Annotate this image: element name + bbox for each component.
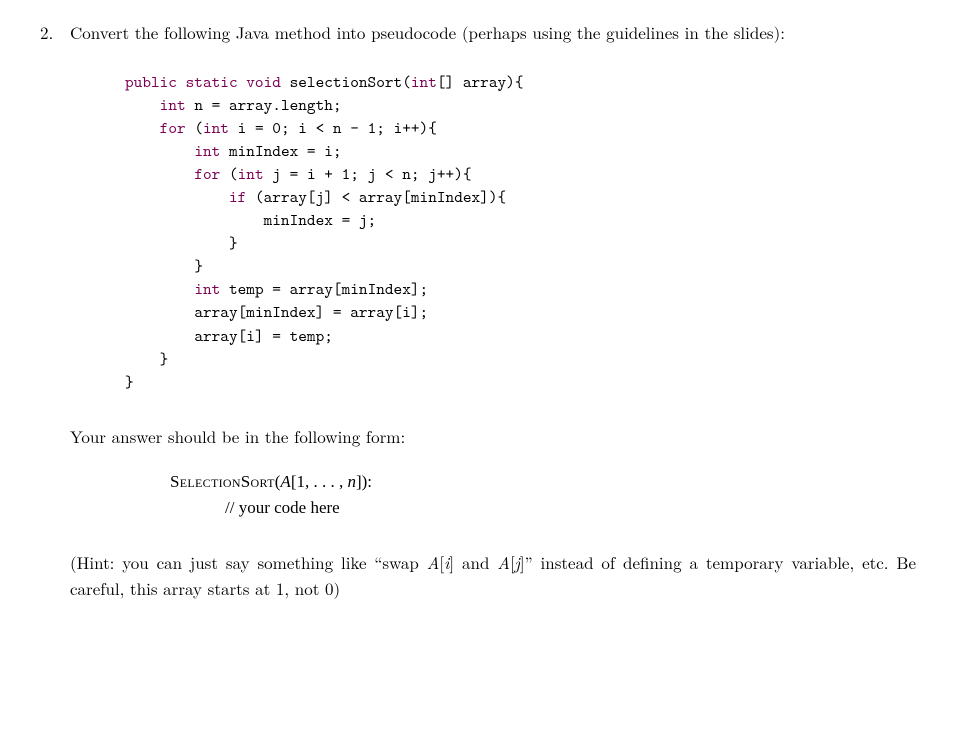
pseudo-name: SelectionSort: [170, 472, 275, 491]
java-code: public static void selectionSort(int[] a…: [125, 71, 916, 394]
code-token: public static void: [125, 71, 290, 93]
code-token: (: [194, 117, 203, 139]
pseudo-text: ]):: [356, 472, 372, 491]
pseudo-text: [1, . . . ,: [291, 472, 348, 491]
code-token: [] array){: [437, 71, 524, 93]
code-token: int: [194, 278, 220, 300]
hint-part: (Hint: you can just say something like “…: [70, 550, 427, 574]
hint-text: (Hint: you can just say something like “…: [70, 550, 916, 601]
prompt-text: Convert the following Java method into p…: [70, 20, 916, 46]
code-token: n = array.length;: [186, 94, 342, 116]
pseudocode-template: SelectionSort(A[1, . . . , n]): // your …: [170, 469, 916, 520]
code-token: }: [194, 255, 203, 277]
code-token: int: [203, 117, 229, 139]
hint-var: A: [497, 550, 510, 574]
code-token: int: [238, 163, 264, 185]
code-token: for: [194, 163, 229, 185]
problem-body: Convert the following Java method into p…: [70, 20, 916, 601]
code-token: }: [125, 371, 134, 393]
code-token: int: [194, 140, 220, 162]
instruction-text: Your answer should be in the following f…: [70, 424, 916, 450]
code-token: array[minIndex] = array[i];: [194, 301, 428, 323]
pseudo-var: n: [347, 472, 356, 491]
code-token: minIndex = i;: [220, 140, 341, 162]
code-token: int: [411, 71, 437, 93]
pseudo-body: // your code here: [225, 495, 916, 521]
code-token: minIndex = j;: [264, 209, 377, 231]
code-token: if: [229, 186, 255, 208]
code-token: int: [160, 94, 186, 116]
problem-number: 2.: [40, 20, 70, 44]
code-token: }: [160, 348, 169, 370]
code-token: for: [160, 117, 195, 139]
pseudo-signature: SelectionSort(A[1, . . . , n]):: [170, 469, 916, 495]
hint-part: and: [454, 550, 497, 574]
hint-var: A: [427, 550, 440, 574]
code-token: j = i + 1; j < n; j++){: [264, 163, 472, 185]
code-token: array[i] = temp;: [194, 325, 333, 347]
code-token: (array[j] < array[minIndex]){: [255, 186, 506, 208]
code-token: i = 0; i < n - 1; i++){: [229, 117, 437, 139]
pseudo-var: A: [280, 472, 290, 491]
code-token: (: [229, 163, 238, 185]
code-token: temp = array[minIndex];: [220, 278, 428, 300]
code-token: }: [229, 232, 238, 254]
code-token: selectionSort(: [290, 71, 411, 93]
problem-container: 2. Convert the following Java method int…: [40, 20, 916, 601]
